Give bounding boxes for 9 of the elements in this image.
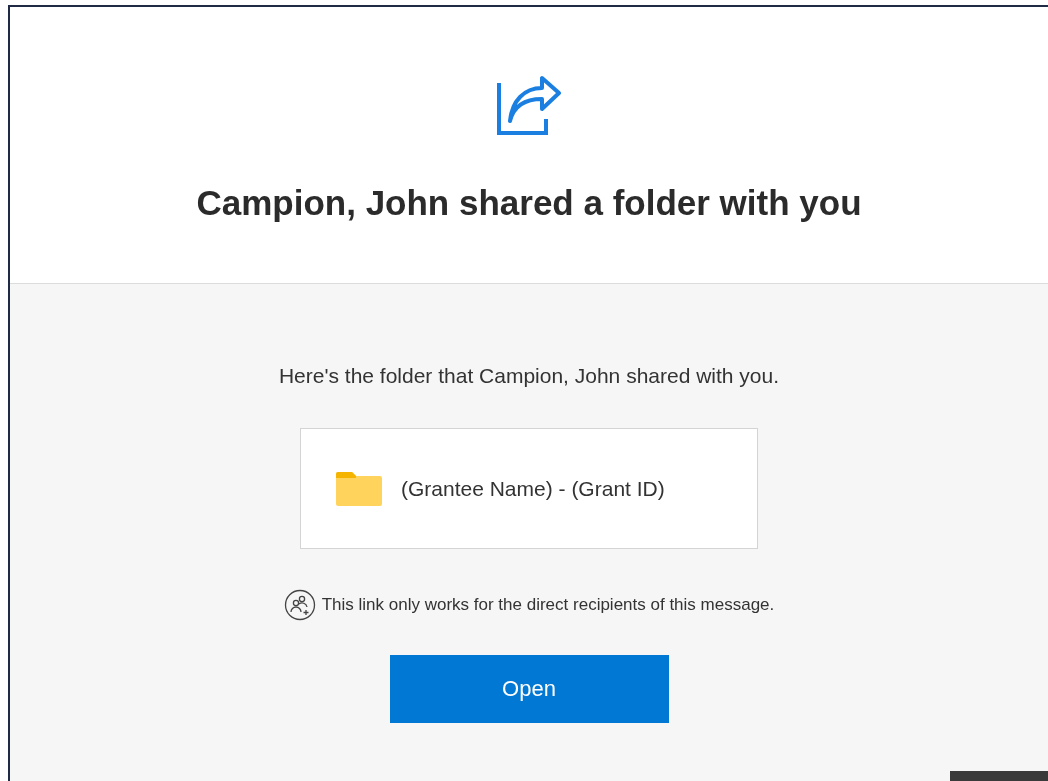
share-title: Campion, John shared a folder with you xyxy=(196,183,862,223)
folder-card[interactable]: (Grantee Name) - (Grant ID) xyxy=(300,428,758,549)
people-icon xyxy=(283,589,316,621)
folder-name: (Grantee Name) - (Grant ID) xyxy=(401,476,665,501)
notice-text: This link only works for the direct recipients of this message. xyxy=(321,595,775,615)
share-message: Here's the folder that Campion, John shared with you. xyxy=(278,364,780,388)
open-button[interactable]: Open xyxy=(389,655,669,723)
folder-icon xyxy=(335,470,383,507)
share-icon xyxy=(496,75,562,137)
